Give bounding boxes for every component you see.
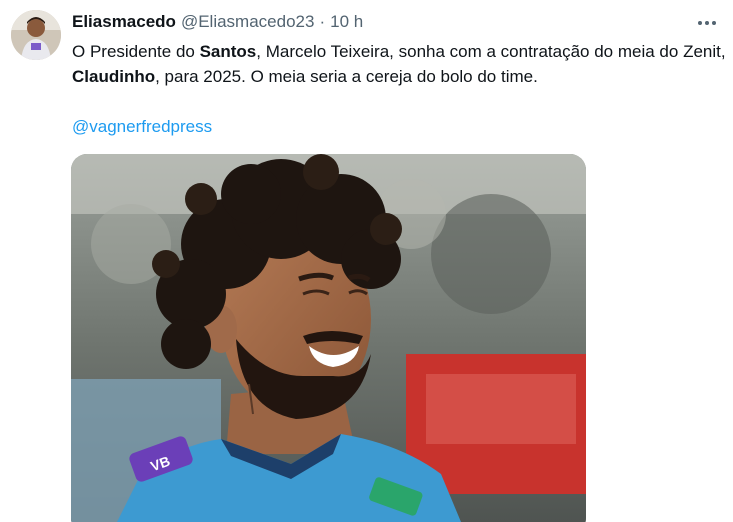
avatar[interactable] [11,10,61,60]
tweet-card[interactable]: Eliasmacedo @Eliasmacedo23 · 10 h O Pres… [0,0,733,522]
more-button[interactable] [688,10,726,36]
separator-dot: · [319,12,326,31]
mention-link[interactable]: @vagnerfredpress [72,114,212,139]
tweet-text-segment: , Marcelo Teixeira, sonha com a contrata… [256,42,726,61]
more-horizontal-icon [698,21,716,25]
timestamp[interactable]: 10 h [330,12,363,32]
tweet-text-bold: Santos [199,42,257,61]
tweet-media-image[interactable]: VB [71,154,586,522]
display-name[interactable]: Eliasmacedo [72,12,176,32]
tweet-text-bold: Claudinho [72,67,156,86]
user-handle[interactable]: @Eliasmacedo23 [181,12,315,32]
tweet-header: Eliasmacedo @Eliasmacedo23 · 10 h [72,12,363,34]
tweet-text-segment: O Presidente do [72,42,200,61]
media-photo: VB [71,154,586,522]
tweet-text-segment: , para 2025. O meia seria a cereja do bo… [155,67,538,86]
avatar-image [11,10,61,60]
tweet-text: O Presidente do Santos, Marcelo Teixeira… [72,39,727,89]
